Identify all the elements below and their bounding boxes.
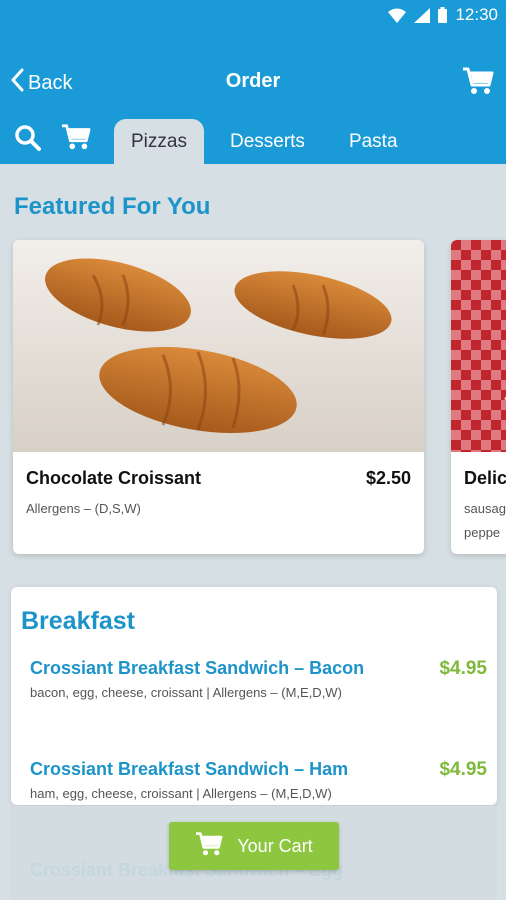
cart-icon — [195, 831, 223, 862]
status-bar: 12:30 — [0, 0, 506, 30]
pizza-image — [451, 240, 506, 452]
tab-desserts[interactable]: Desserts — [212, 119, 323, 164]
your-cart-button[interactable]: Your Cart — [169, 822, 339, 870]
item-description: bacon, egg, cheese, croissant | Allergen… — [30, 685, 342, 700]
card-item-description: peppe — [464, 525, 501, 540]
item-price: $4.95 — [439, 759, 487, 780]
item-name: Crossiant Breakfast Sandwich – Bacon — [30, 658, 365, 678]
card-item-allergens: Allergens – (D,S,W) — [26, 501, 141, 516]
list-item[interactable]: Crossiant Breakfast Sandwich – Bacon $4.… — [30, 658, 487, 700]
status-time: 12:30 — [455, 5, 498, 24]
battery-icon — [438, 7, 448, 23]
card-item-description: sausag — [464, 501, 506, 516]
cart-icon[interactable] — [462, 66, 494, 101]
your-cart-label: Your Cart — [237, 835, 313, 856]
featured-card[interactable]: Chocolate Croissant $2.50 Allergens – (D… — [13, 240, 424, 554]
featured-card[interactable]: Delic sausag peppe — [451, 240, 506, 554]
app-bar: Back Order Pizzas Desserts Pasta — [0, 30, 506, 164]
search-icon[interactable] — [14, 124, 42, 157]
signal-icon — [414, 7, 431, 23]
list-item[interactable]: Crossiant Breakfast Sandwich – Ham $4.95… — [30, 759, 487, 801]
page-title: Order — [225, 70, 281, 92]
croissant-image — [13, 240, 424, 452]
category-tabs: Pizzas Desserts Pasta — [114, 119, 416, 164]
featured-heading: Featured For You — [14, 193, 211, 220]
wifi-icon — [388, 8, 407, 23]
cart-icon[interactable] — [61, 123, 91, 156]
card-item-price: $2.50 — [365, 468, 411, 488]
item-description: ham, egg, cheese, croissant | Allergens … — [30, 786, 332, 801]
section-title: Breakfast — [21, 607, 135, 635]
tab-pasta[interactable]: Pasta — [331, 119, 416, 164]
card-item-name: Chocolate Croissant — [26, 468, 202, 488]
tab-pizzas[interactable]: Pizzas — [114, 119, 204, 164]
item-price: $4.95 — [439, 658, 487, 679]
menu-section-breakfast: Breakfast Crossiant Breakfast Sandwich –… — [11, 587, 497, 805]
item-name: Crossiant Breakfast Sandwich – Ham — [30, 759, 349, 779]
card-item-name: Delic — [464, 468, 506, 488]
